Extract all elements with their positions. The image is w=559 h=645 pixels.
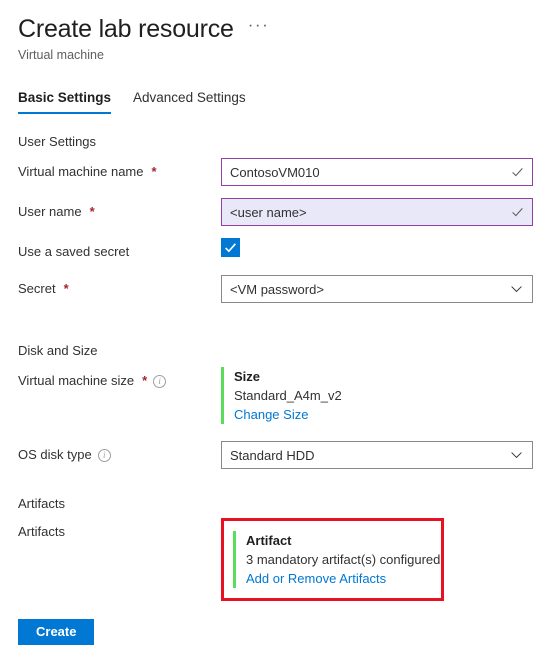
label-artifacts: Artifacts [18, 518, 221, 541]
artifacts-card-title: Artifact [246, 533, 292, 548]
control-os-disk-type: Standard HDD [221, 441, 559, 469]
label-secret-text: Secret [18, 281, 56, 296]
vm-name-input[interactable]: ContosoVM010 [221, 158, 533, 186]
user-name-value: <user name> [230, 204, 307, 220]
label-user-name: User name * [18, 198, 221, 221]
field-row-vm-size: Virtual machine size * i Size Standard_A4… [0, 367, 559, 424]
control-vm-name: ContosoVM010 [221, 158, 559, 186]
validation-check-icon [512, 207, 523, 217]
label-vm-size-text: Virtual machine size [18, 373, 135, 388]
vm-size-card-value: Standard_A4m_v2 [234, 388, 342, 403]
field-row-vm-name: Virtual machine name * ContosoVM010 [0, 158, 559, 186]
section-heading-artifacts: Artifacts [18, 496, 65, 511]
label-os-disk-type-text: OS disk type [18, 447, 92, 462]
required-asterisk: * [151, 164, 157, 179]
vm-name-value: ContosoVM010 [230, 164, 320, 180]
required-asterisk: * [89, 204, 95, 219]
label-secret: Secret * [18, 275, 221, 298]
field-row-artifacts: Artifacts Artifact 3 mandatory artifact(… [0, 518, 559, 601]
field-row-secret: Secret * <VM password> [0, 275, 559, 303]
create-button[interactable]: Create [18, 619, 95, 645]
artifacts-card: Artifact 3 mandatory artifact(s) configu… [233, 531, 441, 588]
checkmark-icon [225, 243, 236, 253]
chevron-down-icon [511, 452, 522, 459]
label-use-saved-secret-text: Use a saved secret [18, 244, 130, 259]
page-subtitle: Virtual machine [18, 48, 104, 62]
field-row-os-disk-type: OS disk type i Standard HDD [0, 441, 559, 469]
tab-basic-settings[interactable]: Basic Settings [18, 90, 112, 114]
label-vm-name-text: Virtual machine name [18, 164, 144, 179]
label-os-disk-type: OS disk type i [18, 441, 221, 464]
validation-check-icon [512, 167, 523, 177]
field-row-user-name: User name * <user name> [0, 198, 559, 226]
change-size-link[interactable]: Change Size [234, 405, 308, 424]
section-heading-disk-and-size: Disk and Size [18, 343, 98, 358]
more-options-icon[interactable]: ··· [248, 16, 269, 38]
label-user-name-text: User name [18, 204, 82, 219]
secret-value: <VM password> [230, 281, 324, 297]
title-row: Create lab resource ··· [18, 14, 559, 44]
field-row-use-saved-secret: Use a saved secret [0, 238, 559, 262]
required-asterisk: * [63, 281, 69, 296]
chevron-down-icon [511, 286, 522, 293]
control-artifacts: Artifact 3 mandatory artifact(s) configu… [221, 518, 559, 601]
info-icon[interactable]: i [153, 374, 167, 388]
label-vm-name: Virtual machine name * [18, 158, 221, 181]
use-saved-secret-checkbox[interactable] [221, 238, 240, 257]
artifacts-highlight-annotation: Artifact 3 mandatory artifact(s) configu… [221, 518, 444, 601]
add-or-remove-artifacts-link[interactable]: Add or Remove Artifacts [246, 569, 386, 588]
control-secret: <VM password> [221, 275, 559, 303]
required-asterisk: * [142, 373, 148, 388]
section-heading-user-settings: User Settings [18, 134, 97, 149]
artifacts-card-value: 3 mandatory artifact(s) configured [246, 552, 441, 567]
user-name-input[interactable]: <user name> [221, 198, 533, 226]
control-user-name: <user name> [221, 198, 559, 226]
tab-advanced-settings[interactable]: Advanced Settings [133, 90, 246, 114]
label-vm-size: Virtual machine size * i [18, 367, 221, 390]
info-icon[interactable]: i [97, 448, 111, 462]
os-disk-type-value: Standard HDD [230, 447, 315, 463]
page-title: Create lab resource [18, 15, 234, 43]
control-use-saved-secret [221, 238, 559, 257]
os-disk-type-dropdown[interactable]: Standard HDD [221, 441, 533, 469]
settings-form: User Settings Virtual machine name * Cont… [0, 134, 559, 645]
control-vm-size: Size Standard_A4m_v2 Change Size [221, 367, 559, 424]
secret-dropdown[interactable]: <VM password> [221, 275, 533, 303]
tab-bar: Basic Settings Advanced Settings [18, 90, 559, 114]
vm-size-card: Size Standard_A4m_v2 Change Size [221, 367, 559, 424]
vm-size-card-title: Size [234, 369, 261, 384]
label-use-saved-secret: Use a saved secret [18, 238, 221, 261]
page-header: Create lab resource ··· Virtual machine [0, 0, 559, 62]
label-artifacts-text: Artifacts [18, 524, 65, 539]
